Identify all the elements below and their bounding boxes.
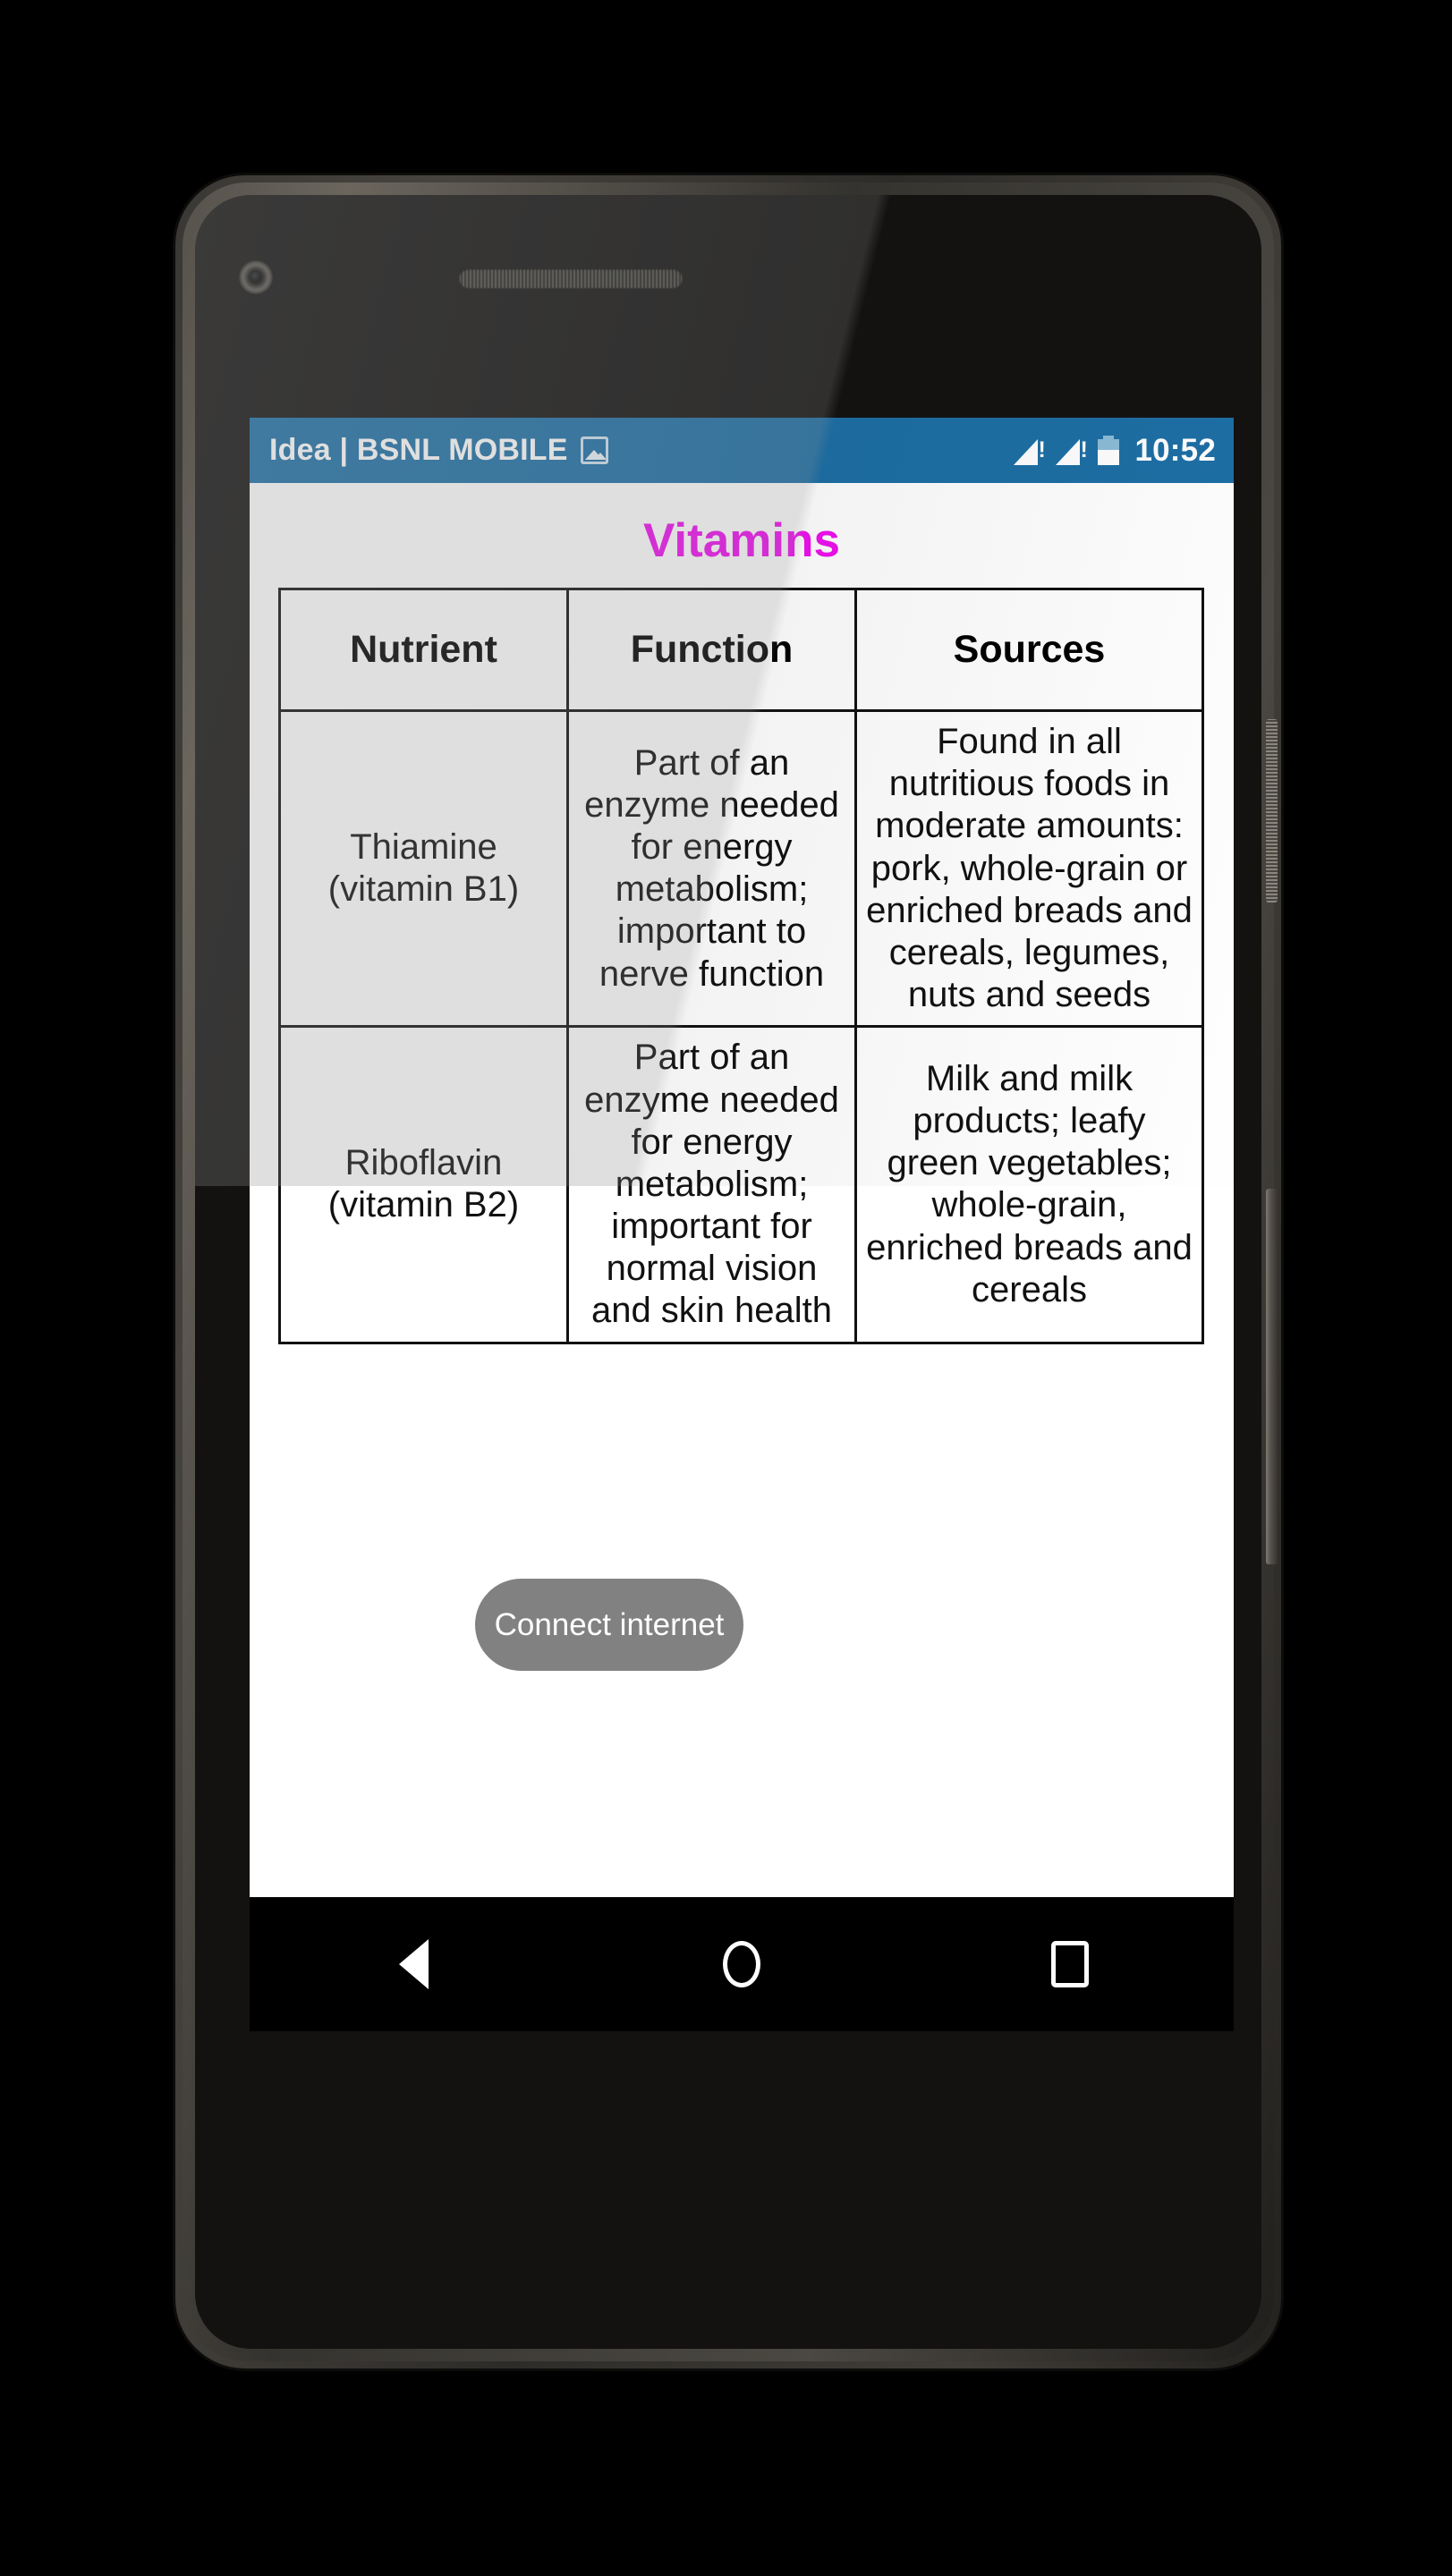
toast-message: Connect internet xyxy=(475,1579,743,1671)
back-icon xyxy=(398,1939,429,1989)
page-content: Vitamins Nutrient Function Sources Thiam… xyxy=(250,483,1234,1344)
cell-sources: Found in all nutritious foods in moderat… xyxy=(854,708,1204,1029)
page-title: Vitamins xyxy=(643,514,840,567)
image-icon xyxy=(580,436,608,464)
phone-front-glass: Idea | BSNL MOBILE ! ! 10:52 Vitamins Nu… xyxy=(195,195,1261,2349)
carrier-label: Idea | BSNL MOBILE xyxy=(269,433,568,467)
phone-device: Idea | BSNL MOBILE ! ! 10:52 Vitamins Nu… xyxy=(175,175,1281,2368)
column-header-sources: Sources xyxy=(854,588,1204,712)
front-camera-icon xyxy=(239,260,273,294)
battery-icon xyxy=(1098,436,1120,465)
home-icon xyxy=(722,1941,760,1987)
cell-nutrient: Riboflavin (vitamin B2) xyxy=(278,1025,569,1344)
signal-warning-icon: ! xyxy=(1014,436,1046,465)
table-header-row: Nutrient Function Sources xyxy=(278,588,1204,712)
home-button[interactable] xyxy=(688,1897,795,2031)
table-row: Riboflavin (vitamin B2) Part of an enzym… xyxy=(278,1025,1204,1344)
status-icons: ! ! 10:52 xyxy=(1014,433,1216,469)
cell-sources: Milk and milk products; leafy green vege… xyxy=(854,1025,1204,1344)
cell-function: Part of an enzyme needed for energy meta… xyxy=(566,708,857,1029)
power-button[interactable] xyxy=(1266,719,1278,902)
recents-button[interactable] xyxy=(1016,1897,1124,2031)
android-nav-bar xyxy=(250,1897,1234,2031)
table-row: Thiamine (vitamin B1) Part of an enzyme … xyxy=(278,708,1204,1029)
screenshot-root: Idea | BSNL MOBILE ! ! 10:52 Vitamins Nu… xyxy=(0,0,1452,2576)
column-header-function: Function xyxy=(566,588,857,712)
cell-function: Part of an enzyme needed for energy meta… xyxy=(566,1025,857,1344)
recents-icon xyxy=(1050,1941,1089,1987)
phone-bezel: Idea | BSNL MOBILE ! ! 10:52 Vitamins Nu… xyxy=(183,182,1278,2361)
vitamins-table: Nutrient Function Sources Thiamine (vita… xyxy=(278,588,1204,1344)
phone-screen: Idea | BSNL MOBILE ! ! 10:52 Vitamins Nu… xyxy=(250,418,1234,2031)
earpiece-speaker-icon xyxy=(459,268,683,288)
volume-button[interactable] xyxy=(1266,1189,1278,1564)
status-bar: Idea | BSNL MOBILE ! ! 10:52 xyxy=(250,418,1234,483)
signal-warning-icon: ! xyxy=(1056,436,1088,465)
back-button[interactable] xyxy=(360,1897,467,2031)
column-header-nutrient: Nutrient xyxy=(278,588,569,712)
cell-nutrient: Thiamine (vitamin B1) xyxy=(278,708,569,1029)
clock-label: 10:52 xyxy=(1134,432,1216,468)
